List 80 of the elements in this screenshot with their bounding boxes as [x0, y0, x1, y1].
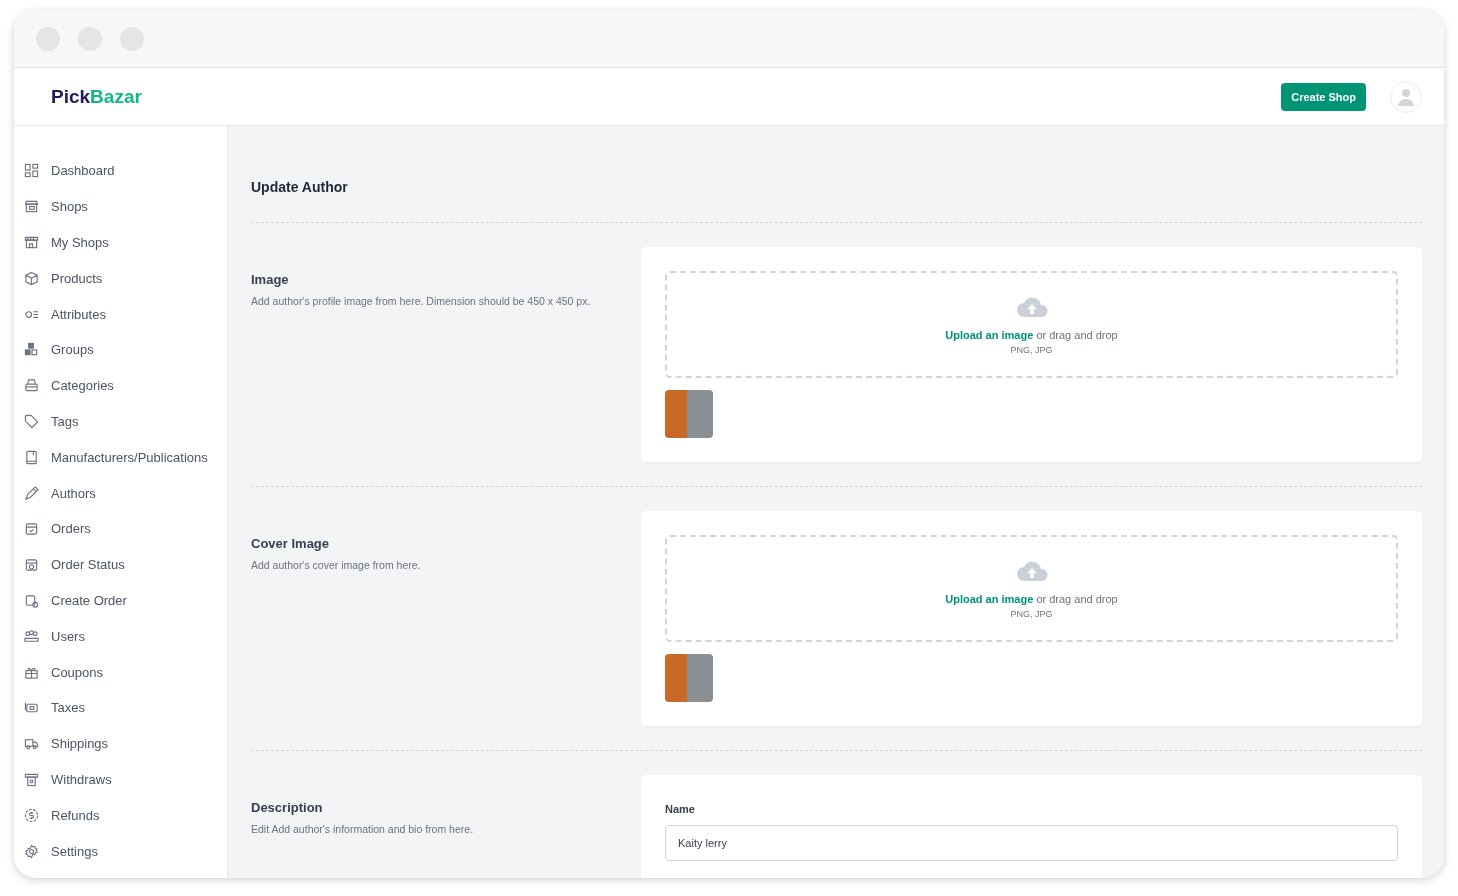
create-shop-button[interactable]: Create Shop — [1281, 82, 1366, 111]
sidebar-label: Shops — [51, 199, 88, 215]
sidebar-item[interactable]: Create Order — [14, 582, 227, 619]
sidebar-label: Orders — [51, 521, 91, 537]
sidebar-label: Coupons — [51, 664, 104, 680]
grid-icon — [24, 163, 39, 179]
field-label: Name — [665, 803, 696, 815]
pen-icon — [24, 485, 39, 501]
section-title: Image — [251, 272, 290, 287]
storefront-icon — [24, 235, 39, 250]
sidebar-item[interactable]: Authors — [14, 475, 227, 511]
dropzone[interactable]: Upload an image or drag and drop PNG, JPG — [665, 535, 1398, 642]
sidebar-item[interactable]: Users — [14, 618, 227, 655]
sidebar-label: Authors — [51, 485, 96, 501]
blocks-icon — [24, 342, 39, 358]
users-icon — [24, 628, 39, 644]
section-description: Add author's profile image from here. Dimension should be 450 x 450 px. — [251, 295, 592, 307]
sidebar-item[interactable]: Shippings — [14, 725, 227, 762]
file-formats: PNG, JPG — [1010, 344, 1053, 355]
book-icon — [24, 449, 39, 465]
sidebar-item[interactable]: Tags — [14, 403, 227, 440]
box-icon — [24, 521, 39, 537]
sidebar-item[interactable]: Manufacturers/Publications — [14, 439, 227, 476]
clock-box-icon — [24, 557, 39, 573]
upload-prompt: Upload an image or drag and drop — [945, 328, 1118, 341]
sidebar-label: Order Status — [51, 557, 125, 573]
sidebar-label: Taxes — [51, 700, 85, 716]
atm-icon — [24, 771, 39, 787]
section-description: Add author's cover image from here. — [251, 559, 422, 571]
sidebar-item[interactable]: Settings — [14, 833, 227, 869]
sidebar-item[interactable]: Shops — [14, 188, 227, 225]
sidebar-label: Manufacturers/Publications — [51, 449, 208, 465]
file-formats: PNG, JPG — [1010, 608, 1053, 619]
user-silhouette-icon — [1398, 87, 1414, 106]
photo-placeholder — [665, 654, 713, 702]
sidebar-label: Settings — [51, 843, 98, 859]
page-title: Update Author — [251, 179, 1422, 223]
sidebar-label: Shippings — [51, 736, 109, 752]
truck-icon — [24, 736, 39, 752]
sidebar-item[interactable]: Coupons — [14, 654, 227, 690]
sidebar-item[interactable]: Dashboard — [14, 153, 227, 189]
sidebar-item[interactable]: Attributes — [14, 296, 227, 332]
tag-icon — [24, 413, 39, 429]
sidebar-label: Create Order — [51, 592, 127, 608]
dollar-circle-icon — [24, 807, 39, 823]
sidebar-item[interactable]: Orders — [14, 510, 227, 547]
sidebar-item[interactable]: Products — [14, 260, 227, 297]
sidebar-item[interactable]: My Shops — [14, 224, 227, 261]
sidebar-label: Categories — [51, 378, 114, 394]
dropzone[interactable]: Upload an image or drag and drop PNG, JPG — [665, 271, 1398, 378]
section-description: Edit Add author's information and bio from here. — [251, 823, 475, 835]
sidebar-item[interactable]: Order Status — [14, 546, 227, 583]
sidebar-label: Dashboard — [51, 163, 115, 179]
sidebar-label: Users — [51, 628, 85, 644]
sidebar-label: Tags — [51, 413, 79, 429]
sidebar-item[interactable]: Withdraws — [14, 761, 227, 798]
sidebar-label: My Shops — [51, 235, 109, 250]
logo[interactable]: PickBazar — [51, 85, 142, 108]
photo-placeholder — [665, 390, 713, 438]
sidebar-label: Refunds — [51, 807, 100, 823]
settings-icon — [24, 843, 39, 859]
avatar[interactable] — [1390, 80, 1422, 113]
sidebar-item[interactable]: Taxes — [14, 689, 227, 726]
sidebar-item[interactable]: Groups — [14, 332, 227, 368]
storefront-icon — [24, 199, 39, 215]
sidebar-item[interactable]: Refunds — [14, 797, 227, 834]
sidebar-label: Products — [51, 270, 103, 286]
name-input-field[interactable]: Kaity lerry — [665, 825, 1398, 861]
sidebar-label: Attributes — [51, 306, 106, 322]
box-clock-icon — [24, 592, 39, 608]
upload-prompt: Upload an image or drag and drop — [945, 592, 1118, 605]
sidebar-item[interactable]: Categories — [14, 367, 227, 404]
sidebar-label: Groups — [51, 342, 94, 358]
cube-icon — [24, 270, 39, 286]
section-title: Cover Image — [251, 536, 331, 551]
section-title: Description — [251, 800, 324, 815]
tray-icon — [24, 378, 39, 394]
upload-link[interactable]: Upload an image — [945, 328, 1034, 341]
upload-link[interactable]: Upload an image — [945, 592, 1034, 605]
sidebar-label: Withdraws — [51, 771, 112, 787]
